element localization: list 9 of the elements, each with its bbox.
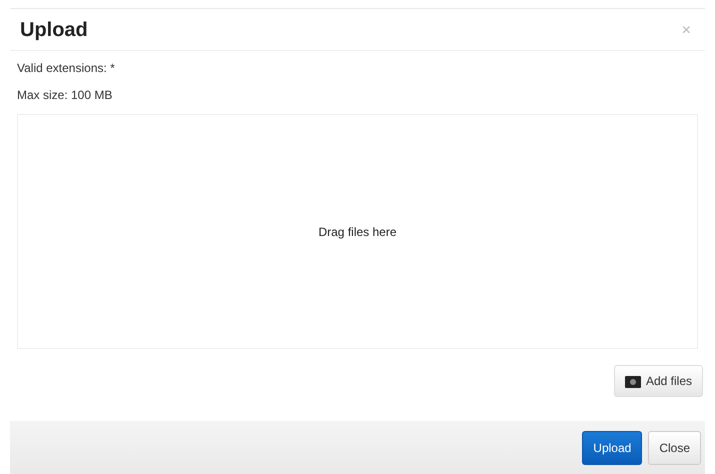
camera-icon — [624, 374, 641, 388]
drop-zone-text: Drag files here — [318, 224, 397, 238]
info-text: Valid extensions: * — [17, 61, 116, 75]
close-button[interactable]: Close — [648, 431, 701, 465]
info-text: Max size: 100 MB — [17, 88, 114, 102]
upload-button[interactable]: Upload — [582, 431, 642, 465]
dialog-title: Upload — [20, 19, 88, 42]
add-files-button[interactable]: Add files — [614, 365, 703, 397]
drop-zone[interactable]: Drag files here — [17, 114, 698, 349]
